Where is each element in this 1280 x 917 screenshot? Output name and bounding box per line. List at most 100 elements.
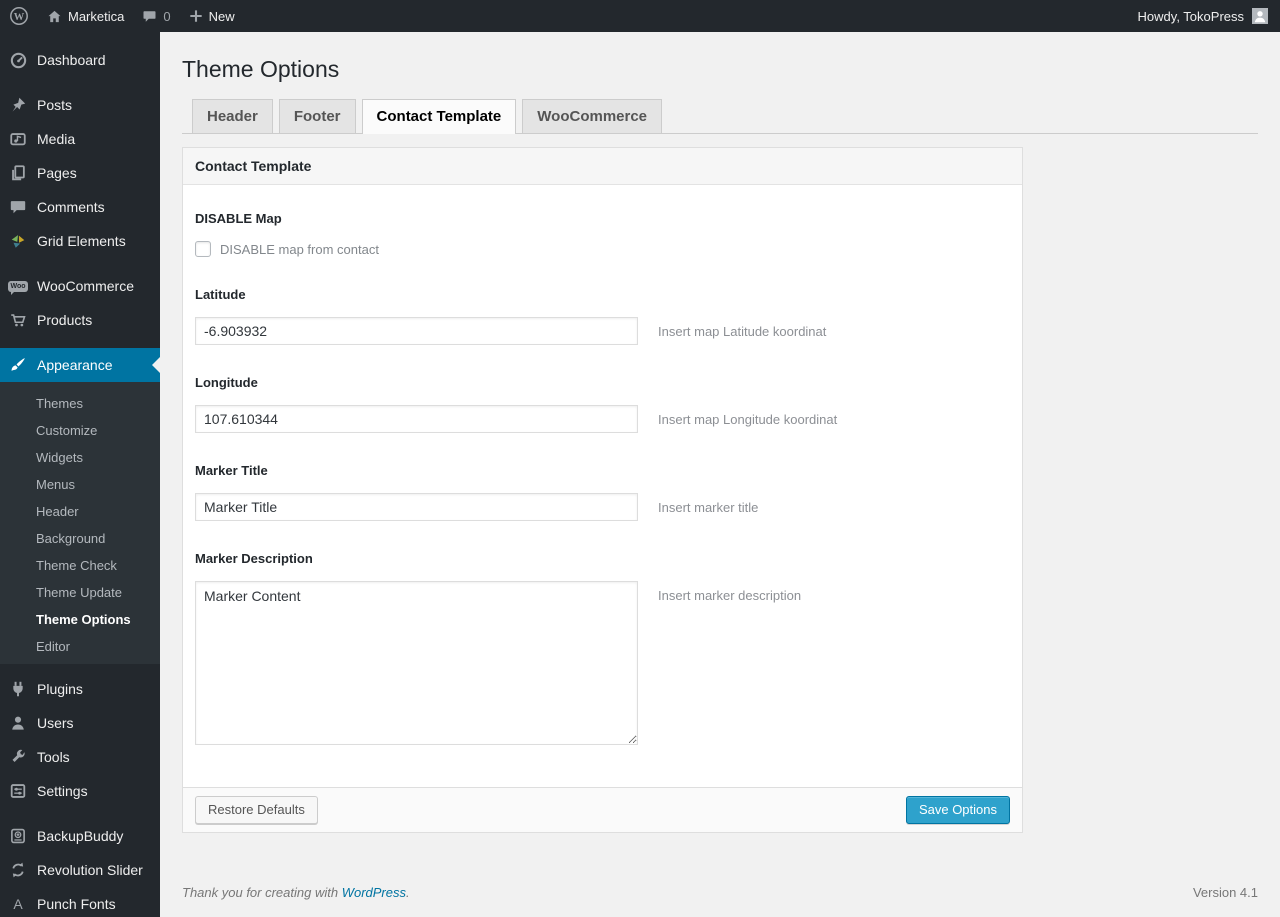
sidebar-item-grid-elements[interactable]: Grid Elements [0, 224, 160, 258]
sidebar-item-users[interactable]: Users [0, 706, 160, 740]
sidebar-item-label: Plugins [37, 681, 83, 697]
sidebar-item-media[interactable]: Media [0, 122, 160, 156]
marker-description-textarea[interactable]: Marker Content [195, 581, 638, 745]
submenu-item-customize[interactable]: Customize [0, 417, 160, 444]
sidebar-item-label: Grid Elements [37, 233, 126, 249]
tab-bar: Header Footer Contact Template WooCommer… [182, 99, 1258, 134]
submenu-item-background[interactable]: Background [0, 525, 160, 552]
marker-description-help-text: Insert marker description [658, 588, 802, 603]
sidebar-item-products[interactable]: Products [0, 303, 160, 337]
submenu-item-header[interactable]: Header [0, 498, 160, 525]
submenu-item-widgets[interactable]: Widgets [0, 444, 160, 471]
svg-text:W: W [14, 12, 25, 23]
submenu-item-menus[interactable]: Menus [0, 471, 160, 498]
sidebar-item-label: BackupBuddy [37, 828, 124, 844]
sidebar-item-label: Comments [37, 199, 105, 215]
new-content-menu[interactable]: New [180, 0, 244, 32]
sidebar-item-label: Pages [37, 165, 77, 181]
admin-sidebar: Dashboard Posts Media Pages Comments Gri… [0, 32, 160, 917]
marker-title-help-text: Insert marker title [658, 500, 759, 515]
wrench-icon [8, 747, 28, 767]
howdy-label: Howdy, TokoPress [1137, 8, 1244, 24]
sidebar-item-label: Punch Fonts [37, 896, 116, 912]
comment-bubble-icon [142, 9, 157, 24]
sidebar-item-plugins[interactable]: Plugins [0, 672, 160, 706]
comments-menu[interactable]: 0 [133, 0, 179, 32]
pages-icon [8, 163, 28, 183]
paintbrush-icon [8, 355, 28, 375]
sidebar-item-label: Revolution Slider [37, 862, 143, 878]
grid-elements-icon [8, 231, 28, 251]
sidebar-item-label: Products [37, 312, 93, 328]
tab-contact-template[interactable]: Contact Template [361, 99, 517, 134]
submenu-item-editor[interactable]: Editor [0, 633, 160, 660]
submenu-item-theme-update[interactable]: Theme Update [0, 579, 160, 606]
letter-a-icon: A [13, 896, 23, 912]
save-options-button[interactable]: Save Options [905, 796, 1010, 824]
appearance-submenu: Themes Customize Widgets Menus Header Ba… [0, 382, 160, 664]
sidebar-item-label: Posts [37, 97, 73, 113]
longitude-help-text: Insert map Longitude koordinat [658, 412, 838, 427]
wp-logo-menu[interactable]: W [0, 0, 38, 32]
sidebar-item-comments[interactable]: Comments [0, 190, 160, 224]
restore-defaults-button[interactable]: Restore Defaults [195, 796, 318, 824]
field-label: Longitude [195, 375, 258, 390]
comment-count: 0 [163, 8, 171, 24]
backup-disk-icon [8, 826, 28, 846]
sidebar-item-pages[interactable]: Pages [0, 156, 160, 190]
longitude-input[interactable] [195, 405, 638, 433]
cart-icon [8, 310, 28, 330]
submenu-item-theme-check[interactable]: Theme Check [0, 552, 160, 579]
main-content: Theme Options Header Footer Contact Temp… [160, 32, 1280, 917]
admin-bar: W Marketica 0 New Howdy, TokoPress [0, 0, 1280, 32]
tab-woocommerce[interactable]: WooCommerce [522, 99, 663, 133]
sidebar-item-revolution-slider[interactable]: Revolution Slider [0, 853, 160, 887]
panel-footer: Restore Defaults Save Options [183, 787, 1022, 832]
disable-map-checkbox[interactable] [195, 241, 211, 257]
sidebar-item-label: Users [37, 715, 74, 731]
sidebar-item-settings[interactable]: Settings [0, 774, 160, 808]
marker-title-input[interactable] [195, 493, 638, 521]
latitude-help-text: Insert map Latitude koordinat [658, 324, 827, 339]
new-label: New [208, 8, 235, 24]
admin-bar-left: W Marketica 0 New [0, 0, 244, 32]
sidebar-item-posts[interactable]: Posts [0, 88, 160, 122]
submenu-item-themes[interactable]: Themes [0, 390, 160, 417]
active-menu-arrow [144, 357, 160, 373]
latitude-input[interactable] [195, 317, 638, 345]
sidebar-item-backupbuddy[interactable]: BackupBuddy [0, 819, 160, 853]
sidebar-item-appearance[interactable]: Appearance [0, 348, 160, 382]
longitude-field: Longitude Insert map Longitude koordinat [195, 375, 1010, 433]
sidebar-item-label: WooCommerce [37, 278, 134, 294]
contact-template-panel: Contact Template DISABLE Map DISABLE map… [182, 147, 1023, 833]
sidebar-item-tools[interactable]: Tools [0, 740, 160, 774]
sidebar-item-label: Appearance [37, 357, 113, 373]
page-title: Theme Options [182, 56, 340, 82]
site-name-menu[interactable]: Marketica [38, 0, 133, 32]
field-label: DISABLE Map [195, 211, 282, 226]
plus-icon [189, 9, 203, 23]
footer-thanks-text: Thank you for creating with WordPress. [182, 885, 410, 900]
pushpin-icon [8, 95, 28, 115]
sidebar-item-label: Tools [37, 749, 70, 765]
field-label: Latitude [195, 287, 246, 302]
user-avatar [1252, 8, 1268, 24]
tab-header[interactable]: Header [192, 99, 273, 133]
latitude-field: Latitude Insert map Latitude koordinat [195, 287, 1010, 345]
field-label: Marker Description [195, 551, 313, 566]
sidebar-item-woocommerce[interactable]: Woo WooCommerce [0, 269, 160, 303]
panel-title: Contact Template [183, 148, 1022, 185]
account-menu[interactable]: Howdy, TokoPress [1126, 0, 1280, 32]
disable-map-field: DISABLE Map DISABLE map from contact [195, 211, 1010, 257]
disable-map-checkbox-label: DISABLE map from contact [220, 241, 379, 257]
home-icon [47, 9, 62, 24]
panel-body: DISABLE Map DISABLE map from contact Lat… [183, 185, 1022, 787]
sidebar-item-punch-fonts[interactable]: A Punch Fonts [0, 887, 160, 917]
wordpress-link[interactable]: WordPress [342, 885, 406, 900]
person-icon [8, 713, 28, 733]
sidebar-item-dashboard[interactable]: Dashboard [0, 43, 160, 77]
submenu-item-theme-options[interactable]: Theme Options [0, 606, 160, 633]
refresh-arrows-icon [8, 860, 28, 880]
tab-footer[interactable]: Footer [278, 99, 356, 133]
thanks-prefix: Thank you for creating with [182, 885, 342, 900]
